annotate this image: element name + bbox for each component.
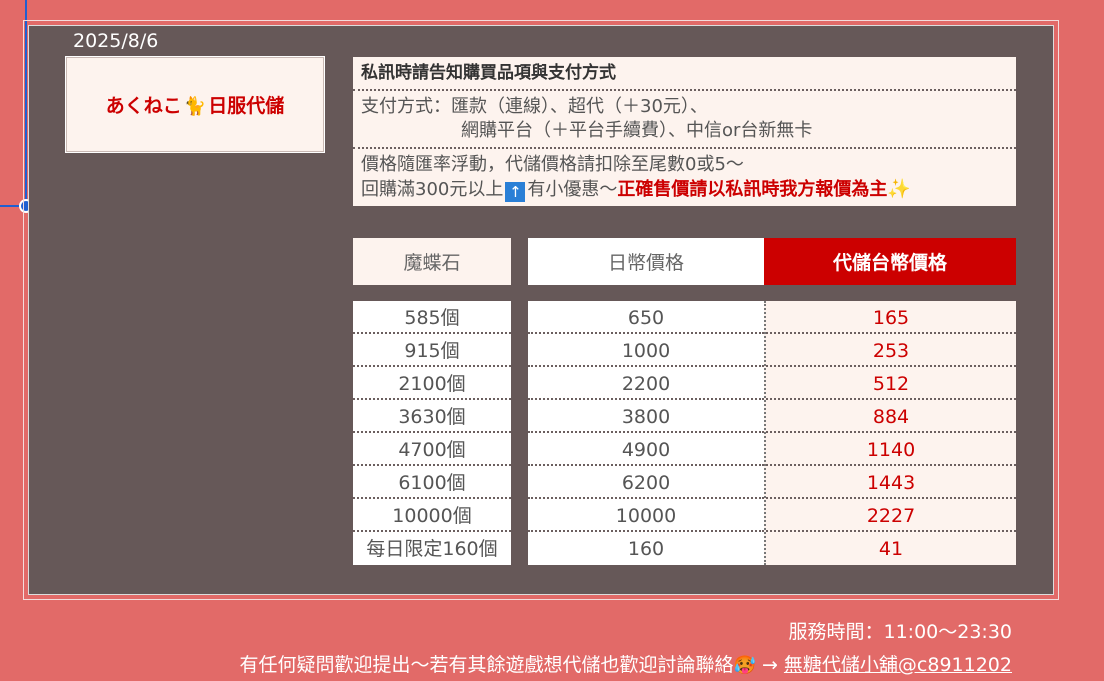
up-arrow-icon: ↑ <box>505 182 526 202</box>
table-cell: 2227 <box>766 499 1016 532</box>
table-cell: 2100個 <box>353 367 511 400</box>
jpy-column: 650 1000 2200 3800 4900 6200 10000 160 <box>528 301 764 565</box>
table-cell: 41 <box>878 538 904 560</box>
table-cell: 884 <box>766 400 1016 433</box>
table-cell: 3800 <box>528 400 764 433</box>
shop-name: あくねこ 🐈 日服代儲 <box>106 91 284 118</box>
price-notice: 正確售價請以私訊時我方報價為主 <box>617 179 888 200</box>
table-cell: 165 <box>766 301 1016 334</box>
table-cell: 每日限定160個 <box>366 538 498 560</box>
contact-text: 有任何疑問歡迎提出～若有其餘遊戲想代儲也歡迎討論聯絡 <box>239 654 734 676</box>
table-cell: 650 <box>528 301 764 334</box>
shop-name-prefix: あくねこ <box>105 95 182 117</box>
table-cell: 4700個 <box>353 433 511 466</box>
arrow-icon: → <box>761 654 778 676</box>
table-cell: 512 <box>766 367 1016 400</box>
price-line-1: 價格隨匯率浮動，代儲價格請扣除至尾數0或5～ <box>361 154 744 175</box>
date-label: 2025/8/6 <box>73 30 159 52</box>
header-item: 魔蝶石 <box>353 238 511 285</box>
header-jpy-price: 日幣價格 <box>528 238 764 285</box>
table-cell: 4900 <box>528 433 764 466</box>
sparkle-icon: ✨ <box>887 178 912 200</box>
info-box: 私訊時請告知購買品項與支付方式 支付方式：匯款（連線）、超代（＋30元）、 網購… <box>353 57 1016 206</box>
face-icon: 🥵 <box>733 655 756 676</box>
table-cell: 10000個 <box>353 499 511 532</box>
table-cell: 1443 <box>766 466 1016 499</box>
table-cell: 253 <box>766 334 1016 367</box>
table-cell: 585個 <box>353 301 511 334</box>
header-twd-price: 代儲台幣價格 <box>764 238 1016 285</box>
shop-name-box: あくねこ 🐈 日服代儲 <box>65 56 325 153</box>
twd-column: 165 253 512 884 1140 1443 2227 41 <box>764 301 1016 565</box>
payment-methods: 支付方式：匯款（連線）、超代（＋30元）、 網購平台（＋平台手續費）、中信or台… <box>353 91 1016 149</box>
table-cell: 1000 <box>528 334 764 367</box>
payment-line-1: 支付方式：匯款（連線）、超代（＋30元）、 <box>361 96 708 117</box>
item-column: 585個 915個 2100個 3630個 4700個 6100個 10000個… <box>353 301 511 565</box>
service-hours: 服務時間：11:00～23:30 <box>788 621 1012 643</box>
price-notes: 價格隨匯率浮動，代儲價格請扣除至尾數0或5～ 回購滿300元以上 ↑ 有小優惠～正確… <box>353 149 1016 206</box>
table-cell: 6200 <box>528 466 764 499</box>
shop-link[interactable]: 無糖代儲小舖@c8911202 <box>784 654 1012 676</box>
table-cell: 915個 <box>353 334 511 367</box>
shop-name-suffix: 日服代儲 <box>208 95 285 117</box>
table-cell: 3630個 <box>353 400 511 433</box>
footer-contact: 有任何疑問歡迎提出～若有其餘遊戲想代儲也歡迎討論聯絡🥵 → 無糖代儲小舖@c89… <box>239 650 1012 677</box>
info-title: 私訊時請告知購買品項與支付方式 <box>353 57 1016 91</box>
table-cell: 2200 <box>528 367 764 400</box>
rebuy-text: 回購滿300元以上 <box>361 179 504 200</box>
payment-line-2: 網購平台（＋平台手續費）、中信or台新無卡 <box>461 120 813 141</box>
table-cell: 10000 <box>528 499 764 532</box>
table-cell: 1140 <box>766 433 1016 466</box>
price-line-2: 回購滿300元以上 ↑ 有小優惠～正確售價請以私訊時我方報價為主✨ <box>361 177 1008 202</box>
discount-text: 有小優惠～ <box>527 179 618 200</box>
table-cell: 160 <box>627 538 665 560</box>
cat-icon: 🐈 <box>183 96 207 117</box>
table-cell: 6100個 <box>353 466 511 499</box>
